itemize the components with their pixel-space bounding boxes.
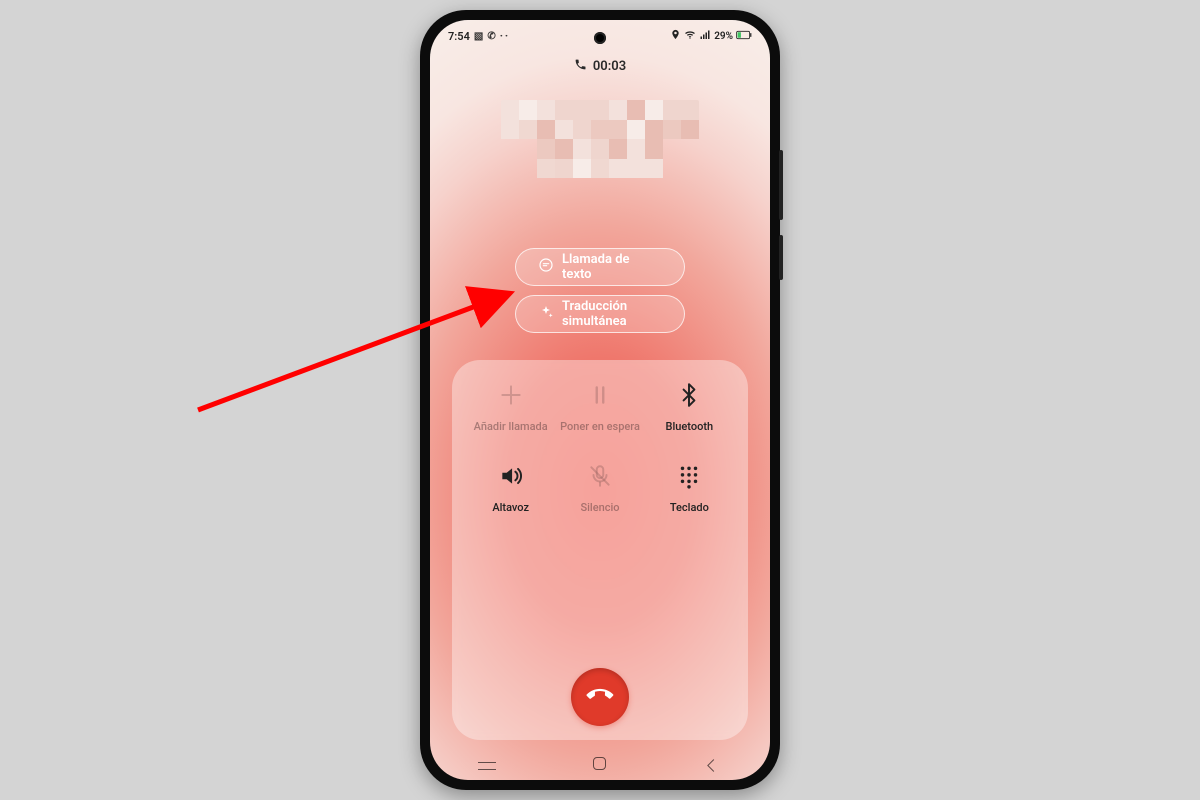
signal-icon	[699, 29, 711, 44]
speaker-icon	[498, 463, 524, 493]
end-call-button[interactable]	[571, 668, 629, 726]
battery-percent: 29%	[714, 31, 733, 42]
nav-back[interactable]	[693, 755, 733, 774]
phone-icon	[574, 58, 587, 75]
sparkle-icon	[538, 304, 554, 324]
add-call-button[interactable]: Añadir llamada	[466, 382, 555, 433]
text-call-button[interactable]: Llamada de texto	[515, 248, 685, 286]
plus-icon	[498, 382, 524, 412]
call-duration-text: 00:03	[593, 59, 626, 74]
power-button	[779, 235, 783, 280]
add-call-label: Añadir llamada	[474, 420, 548, 433]
gallery-icon: ▧	[474, 31, 483, 42]
phone-screen: 7:54 ▧ ✆ ·· 29%	[430, 20, 770, 780]
status-left: 7:54 ▧ ✆ ··	[448, 30, 510, 43]
more-notifications-icon: ··	[500, 31, 510, 42]
status-bar: 7:54 ▧ ✆ ·· 29%	[448, 26, 752, 46]
live-translate-button[interactable]: Traducción simultánea	[515, 295, 685, 333]
hangup-icon	[587, 682, 613, 712]
nav-home[interactable]	[580, 755, 620, 774]
bluetooth-button[interactable]: Bluetooth	[645, 382, 734, 433]
phone-frame: 7:54 ▧ ✆ ·· 29%	[420, 10, 780, 790]
mute-label: Silencio	[580, 501, 619, 514]
volume-button	[779, 150, 783, 220]
wifi-icon	[684, 29, 696, 44]
battery-icon	[736, 30, 752, 43]
text-call-label: Llamada de texto	[562, 252, 662, 282]
nav-bar	[430, 755, 770, 774]
keypad-label: Teclado	[670, 501, 709, 514]
keypad-icon	[676, 463, 702, 493]
bluetooth-label: Bluetooth	[666, 420, 714, 433]
status-time: 7:54	[448, 30, 470, 43]
phone-mini-icon: ✆	[487, 31, 495, 42]
location-icon	[670, 29, 681, 43]
nav-recents[interactable]	[467, 755, 507, 774]
mute-button[interactable]: Silencio	[555, 463, 644, 514]
hold-button[interactable]: Poner en espera	[555, 382, 644, 433]
keypad-button[interactable]: Teclado	[645, 463, 734, 514]
call-duration: 00:03	[430, 58, 770, 75]
chat-icon	[538, 257, 554, 277]
hold-label: Poner en espera	[560, 420, 640, 433]
mute-mic-icon	[587, 463, 613, 493]
speaker-label: Altavoz	[492, 501, 529, 514]
contact-name-redacted	[501, 100, 699, 178]
status-right: 29%	[670, 29, 752, 44]
pause-icon	[587, 382, 613, 412]
call-controls-panel: Añadir llamada Poner en espera Bluetooth	[452, 360, 748, 740]
speaker-button[interactable]: Altavoz	[466, 463, 555, 514]
bluetooth-icon	[676, 382, 702, 412]
live-translate-label: Traducción simultánea	[562, 299, 662, 329]
